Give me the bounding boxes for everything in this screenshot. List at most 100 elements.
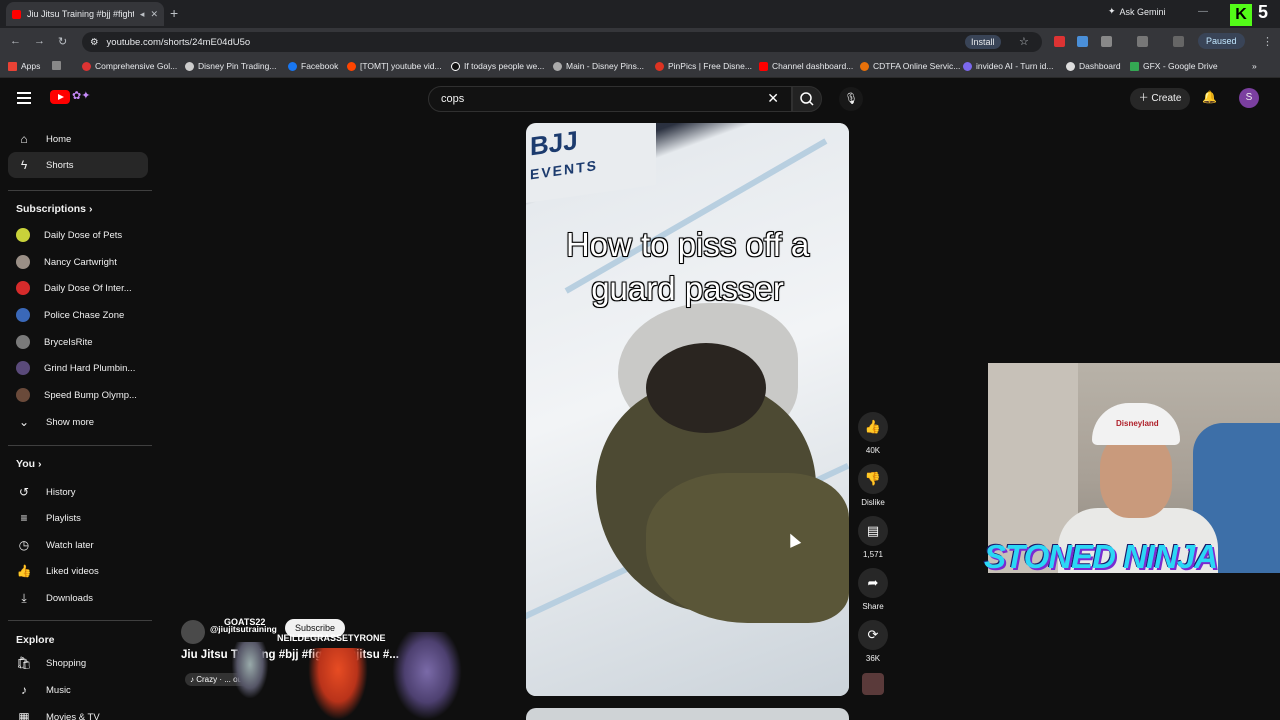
account-avatar[interactable]: S: [1239, 88, 1259, 108]
channel-handle[interactable]: @jiujitsutraining: [210, 624, 277, 634]
install-button[interactable]: Install: [965, 35, 1001, 49]
bookmark-item[interactable]: [TOMT] youtube vid...: [347, 61, 442, 71]
sidepanel-icon[interactable]: [1137, 36, 1148, 47]
url-field[interactable]: ⚙ youtube.com/shorts/24mE04dU5o: [82, 32, 1042, 52]
bookmark-item[interactable]: Facebook: [288, 61, 338, 71]
notifications-bell-icon[interactable]: 🔔: [1202, 90, 1217, 104]
divider: [8, 190, 152, 191]
search-input[interactable]: cops ✕: [428, 86, 792, 112]
sidebar-item-movies[interactable]: ▦ Movies & TV: [8, 704, 148, 720]
channel-avatar[interactable]: [181, 620, 205, 644]
overlay-sprite-mech: [392, 632, 462, 720]
extensions-puzzle-icon[interactable]: [1101, 36, 1112, 47]
bookmark-item[interactable]: Apps: [8, 61, 40, 71]
sidebar-item-shorts[interactable]: ϟ Shorts: [8, 152, 148, 178]
subscriptions-header[interactable]: Subscriptions ›: [16, 203, 92, 215]
bookmark-favicon-icon: [963, 61, 972, 71]
bookmark-item[interactable]: Channel dashboard...: [759, 61, 853, 71]
youtube-doodle-icon[interactable]: ✿✦: [72, 89, 108, 105]
subscription-item[interactable]: Daily Dose Of Inter...: [8, 275, 148, 301]
more-bookmarks-icon[interactable]: »: [1252, 61, 1257, 71]
youtube-logo[interactable]: [50, 90, 70, 104]
subscription-item[interactable]: Police Chase Zone: [8, 302, 148, 328]
shorts-icon: ϟ: [20, 158, 28, 172]
comment-icon: ▤: [858, 516, 888, 546]
comment-count: 1,571: [862, 550, 884, 559]
search-button[interactable]: [792, 86, 822, 112]
history-icon: ↺: [18, 485, 30, 499]
sidebar-item-liked-videos[interactable]: 👍 Liked videos: [8, 558, 148, 584]
shorts-video-player[interactable]: BJJ EVENTS How to piss off a guard passe…: [526, 123, 849, 696]
site-info-icon[interactable]: ⚙: [90, 37, 99, 48]
bookmark-favicon-icon: [553, 61, 562, 71]
sidebar-item-shopping[interactable]: 🛍 Shopping: [8, 650, 148, 676]
sidebar-item-music[interactable]: ♪ Music: [8, 677, 148, 703]
bookmark-item[interactable]: Comprehensive Gol...: [82, 61, 177, 71]
microphone-icon: 🎙: [844, 93, 858, 105]
thumbs-up-icon: 👍: [16, 564, 32, 578]
comments-button[interactable]: ▤ 1,571: [858, 516, 888, 559]
next-short-preview[interactable]: [526, 708, 849, 720]
sound-thumbnail[interactable]: [862, 673, 884, 695]
bookmark-item[interactable]: Disney Pin Trading...: [185, 61, 276, 71]
bookmark-item[interactable]: PinPics | Free Disne...: [655, 61, 752, 71]
bookmark-item[interactable]: [52, 61, 61, 70]
subscription-item[interactable]: Daily Dose of Pets: [8, 222, 148, 248]
bookmark-item[interactable]: invideo AI - Turn id...: [963, 61, 1053, 71]
chevron-right-icon: ›: [88, 203, 93, 215]
plus-icon: ＋: [1138, 93, 1152, 104]
download-icon[interactable]: [1173, 36, 1184, 47]
youtube-masthead: ✿✦ cops ✕ 🎙 ＋ Create 🔔 S: [0, 78, 1280, 120]
music-note-icon: ♪: [21, 683, 27, 697]
reload-icon[interactable]: ↻: [58, 35, 67, 48]
like-button[interactable]: 👍 40K: [858, 412, 888, 455]
search-value: cops: [441, 93, 465, 105]
new-tab-button[interactable]: +: [170, 5, 178, 21]
sidebar-item-playlists[interactable]: ≡ Playlists: [8, 505, 148, 531]
tab-active[interactable]: Jiu Jitsu Training #bjj #fight ◂ ✕: [6, 2, 164, 26]
bookmark-item[interactable]: GFX - Google Drive: [1130, 61, 1218, 71]
audio-icon[interactable]: ◂: [140, 9, 145, 20]
voice-search-button[interactable]: 🎙: [839, 87, 863, 111]
sidebar-item-downloads[interactable]: ⤓ Downloads: [8, 585, 148, 611]
close-tab-icon[interactable]: ✕: [150, 9, 158, 20]
extension-icon[interactable]: [1054, 36, 1065, 47]
bookmark-item[interactable]: Dashboard: [1066, 61, 1121, 71]
create-button[interactable]: ＋ Create: [1130, 88, 1190, 110]
share-button[interactable]: ➦ Share: [858, 568, 888, 611]
dislike-button[interactable]: 👎 Dislike: [858, 464, 888, 507]
subscription-item[interactable]: Nancy Cartwright: [8, 249, 148, 275]
hat-logo: Disneyland: [1116, 419, 1159, 428]
search-icon: [800, 92, 814, 106]
ask-gemini-button[interactable]: ✦ Ask Gemini: [1108, 6, 1166, 17]
bookmark-star-icon[interactable]: ☆: [1019, 35, 1029, 48]
bookmark-favicon-icon: [1066, 61, 1075, 71]
back-icon[interactable]: ←: [10, 35, 21, 47]
bookmark-item[interactable]: Main - Disney Pins...: [553, 61, 644, 71]
address-bar-row: ← → ↻ ⚙ youtube.com/shorts/24mE04dU5o In…: [0, 28, 1280, 56]
share-label: Share: [862, 602, 884, 611]
sidebar-item-watch-later[interactable]: ◷ Watch later: [8, 532, 148, 558]
you-header[interactable]: You ›: [16, 458, 41, 470]
show-more-button[interactable]: ⌄ Show more: [8, 409, 148, 435]
fighter-hair: [646, 343, 766, 433]
extension-icon[interactable]: [1077, 36, 1088, 47]
profile-paused-button[interactable]: Paused: [1198, 33, 1245, 49]
bookmark-item[interactable]: If todays people we...: [451, 61, 544, 71]
dislike-label: Dislike: [861, 498, 885, 507]
browser-menu-icon[interactable]: ⋮: [1262, 35, 1273, 48]
menu-icon[interactable]: [17, 92, 31, 107]
kick-logo: K: [1230, 4, 1252, 26]
sidebar-item-history[interactable]: ↺ History: [8, 479, 148, 505]
bookmark-item[interactable]: CDTFA Online Servic...: [860, 61, 960, 71]
minimize-icon[interactable]: —: [1198, 6, 1208, 17]
subscription-item[interactable]: BryceIsRite: [8, 329, 148, 355]
subscription-item[interactable]: Grind Hard Plumbin...: [8, 355, 148, 381]
tab-title: Jiu Jitsu Training #bjj #fight: [27, 9, 134, 19]
forward-icon[interactable]: →: [34, 35, 45, 47]
kick-number: 5: [1258, 2, 1269, 22]
sidebar-item-home[interactable]: ⌂ Home: [8, 126, 148, 152]
remix-button[interactable]: ⟳ 36K: [858, 620, 888, 663]
clear-search-icon[interactable]: ✕: [767, 90, 779, 107]
subscription-item[interactable]: Speed Bump Olymp...: [8, 382, 148, 408]
